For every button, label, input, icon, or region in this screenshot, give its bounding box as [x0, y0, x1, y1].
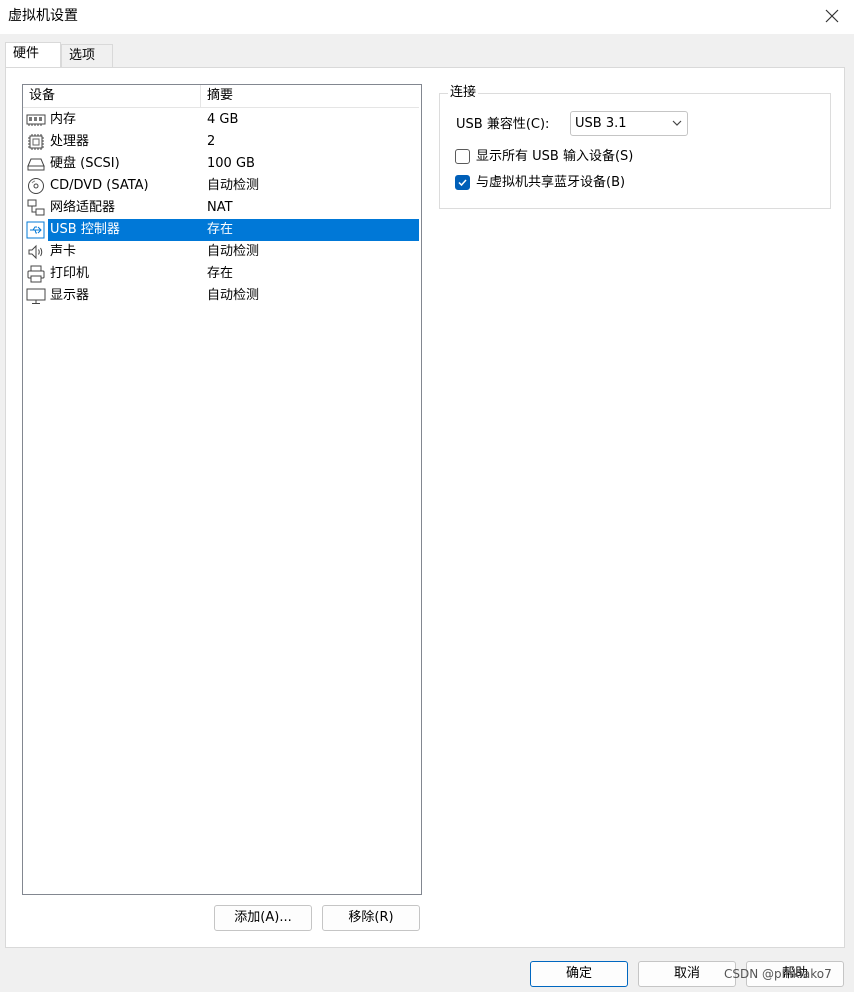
device-row-hard-disk[interactable]: 硬盘 (SCSI) 100 GB	[23, 153, 419, 175]
usb-compatibility-value: USB 3.1	[575, 116, 627, 131]
device-row-cd-dvd[interactable]: CD/DVD (SATA) 自动检测	[23, 175, 419, 197]
device-summary: 自动检测	[207, 178, 260, 193]
monitor-icon	[26, 288, 46, 304]
device-summary: 存在	[201, 219, 419, 241]
device-summary: 2	[207, 134, 216, 149]
device-name: 打印机	[50, 266, 90, 281]
vm-settings-window: 虚拟机设置 硬件 选项 设备 摘要 内存 4 GB 处理器 2 硬盘 (SCSI…	[0, 0, 854, 992]
chevron-down-icon	[672, 120, 682, 126]
cd-dvd-icon	[28, 178, 44, 194]
tab-options[interactable]: 选项	[61, 44, 113, 68]
device-row-printer[interactable]: 打印机 存在	[23, 263, 419, 285]
device-name: USB 控制器	[50, 222, 120, 237]
processor-icon	[28, 134, 44, 150]
device-name: 声卡	[50, 244, 77, 259]
speaker-icon	[28, 244, 43, 260]
remove-device-button[interactable]: 移除(R)	[322, 905, 420, 931]
device-summary: 100 GB	[207, 156, 255, 171]
close-icon	[825, 9, 839, 23]
device-row-processor[interactable]: 处理器 2	[23, 131, 419, 153]
list-header: 设备 摘要	[23, 85, 419, 108]
device-name: 网络适配器	[50, 200, 116, 215]
device-row-monitor[interactable]: 显示器 自动检测	[23, 285, 419, 307]
device-summary: 4 GB	[207, 112, 239, 127]
window-title: 虚拟机设置	[8, 8, 78, 24]
device-summary: NAT	[207, 200, 233, 215]
watermark-text: CSDN @pinkiako7	[724, 967, 832, 981]
connection-group: 连接 USB 兼容性(C): USB 3.1 显示所有 USB 输入设备(S) …	[439, 84, 831, 209]
usb-icon	[26, 221, 45, 239]
device-list[interactable]: 设备 摘要 内存 4 GB 处理器 2 硬盘 (SCSI) 100 GB CD/…	[22, 84, 422, 895]
network-adapter-icon	[27, 199, 45, 216]
ok-button[interactable]: 确定	[530, 961, 628, 987]
tab-strip: 硬件 选项	[0, 34, 854, 69]
column-separator[interactable]	[200, 85, 201, 107]
cancel-button[interactable]: 取消	[638, 961, 736, 987]
connection-group-title: 连接	[448, 84, 479, 102]
device-row-network-adapter[interactable]: 网络适配器 NAT	[23, 197, 419, 219]
device-row-usb-controller[interactable]: USB 控制器 存在	[23, 219, 419, 241]
device-name: 内存	[50, 112, 77, 127]
share-bluetooth-checkbox[interactable]	[455, 175, 470, 190]
usb-compatibility-select[interactable]: USB 3.1	[570, 111, 688, 136]
add-device-button[interactable]: 添加(A)...	[214, 905, 312, 931]
tab-options-label: 选项	[69, 48, 96, 63]
checkmark-icon	[458, 179, 467, 187]
show-all-usb-option[interactable]: 显示所有 USB 输入设备(S)	[455, 147, 685, 167]
hardware-panel: 设备 摘要 内存 4 GB 处理器 2 硬盘 (SCSI) 100 GB CD/…	[5, 67, 845, 948]
column-header-device[interactable]: 设备	[29, 85, 55, 107]
show-all-usb-label: 显示所有 USB 输入设备(S)	[476, 149, 634, 164]
device-summary: 存在	[207, 266, 234, 281]
hard-disk-icon	[27, 158, 45, 171]
device-name: CD/DVD (SATA)	[50, 178, 149, 193]
device-row-memory[interactable]: 内存 4 GB	[23, 109, 419, 131]
column-header-summary[interactable]: 摘要	[207, 85, 233, 107]
device-row-sound-card[interactable]: 声卡 自动检测	[23, 241, 419, 263]
tab-hardware-label: 硬件	[13, 46, 40, 61]
show-all-usb-checkbox[interactable]	[455, 149, 470, 164]
printer-icon	[27, 265, 45, 283]
usb-compatibility-label: USB 兼容性(C):	[456, 117, 550, 132]
device-summary: 自动检测	[207, 244, 260, 259]
device-name: 处理器	[50, 134, 90, 149]
title-bar: 虚拟机设置	[0, 0, 854, 34]
device-name: 硬盘 (SCSI)	[50, 156, 120, 171]
close-button[interactable]	[810, 0, 854, 32]
device-summary: 自动检测	[207, 288, 260, 303]
memory-icon	[26, 114, 46, 126]
tab-hardware[interactable]: 硬件	[5, 42, 61, 69]
device-name: 显示器	[50, 288, 90, 303]
share-bluetooth-option[interactable]: 与虚拟机共享蓝牙设备(B)	[455, 173, 685, 193]
share-bluetooth-label: 与虚拟机共享蓝牙设备(B)	[476, 175, 626, 190]
